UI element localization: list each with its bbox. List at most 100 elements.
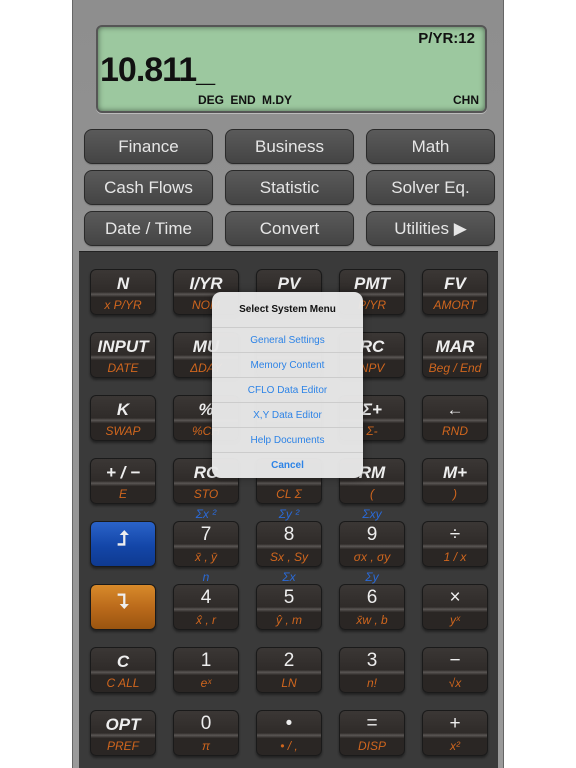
annunciators: DEG END M.DY [198, 93, 293, 107]
key-input[interactable]: INPUT DATE [90, 332, 156, 378]
menu-button-utilities[interactable]: Utilities ▶ [366, 211, 495, 246]
key-secondary-label: AMORT [433, 298, 477, 312]
key-primary-label: 1 [200, 650, 212, 671]
key-blank[interactable]: ← RND [422, 395, 488, 441]
key-blank[interactable]: = DISP [339, 710, 405, 756]
menu-button-cash-flows[interactable]: Cash Flows [84, 170, 213, 205]
payments-per-year: P/YR:12 [418, 30, 475, 47]
key-secondary-label: x̂ , r [196, 613, 216, 627]
key-secondary-label: PREF [106, 739, 139, 753]
system-menu-dialog: Select System Menu General Settings Memor… [212, 292, 363, 478]
key-c[interactable]: C C ALL [90, 647, 156, 693]
key-opt[interactable]: OPT PREF [90, 710, 156, 756]
key-k[interactable]: K SWAP [90, 395, 156, 441]
key-primary-label: C [116, 652, 130, 671]
key-stat-label: Σy [365, 570, 379, 584]
key-stat-label: n [202, 570, 210, 584]
key-secondary-label: π [201, 739, 211, 753]
menu-button-finance[interactable]: Finance [84, 129, 213, 164]
key-primary-label: 5 [283, 587, 295, 608]
key-m[interactable]: M+) [422, 458, 488, 504]
menu-button-statistic[interactable]: Statistic [225, 170, 354, 205]
key-stat-label: Σy ² [278, 507, 300, 521]
key-secondary-label: x² [450, 739, 460, 753]
dialog-item-memory-content[interactable]: Memory Content [212, 353, 363, 378]
key-secondary-label: Beg / End [428, 361, 482, 375]
key-0[interactable]: 0π [173, 710, 239, 756]
key-stat-label: Σx [282, 570, 296, 584]
key-primary-label: • [285, 713, 293, 734]
key-shift-up[interactable]: ⮥ [90, 521, 156, 567]
key-primary-label: − [449, 650, 461, 671]
key-stat-label: Σxy [362, 507, 382, 521]
dialog-item-x-y-data-editor[interactable]: X,Y Data Editor [212, 403, 363, 428]
dialog-item-general-settings[interactable]: General Settings [212, 328, 363, 353]
dialog-title: Select System Menu [212, 292, 363, 328]
key-mar[interactable]: MAR Beg / End [422, 332, 488, 378]
key-primary-label: M+ [442, 463, 468, 482]
menu-button-convert[interactable]: Convert [225, 211, 354, 246]
key-secondary-label: x P/YR [104, 298, 142, 312]
menu-button-date-time[interactable]: Date / Time [84, 211, 213, 246]
key-secondary-label: Sx , Sy [269, 550, 308, 564]
dialog-item-help-documents[interactable]: Help Documents [212, 428, 363, 453]
key-primary-label: × [449, 587, 461, 608]
key-blank[interactable]: + x² [422, 710, 488, 756]
key-6[interactable]: 6 x̄w , b Σy [339, 570, 405, 630]
key-primary-label: PV [277, 274, 301, 293]
key-1[interactable]: 1 eˣ [173, 647, 239, 693]
key-3[interactable]: 3 n! [339, 647, 405, 693]
shift-down-icon: ⮧ [117, 591, 129, 613]
key-secondary-label: SWAP [105, 424, 141, 438]
key-8[interactable]: 8 Sx , Sy Σy ² [256, 507, 322, 567]
key-secondary-label: DISP [357, 739, 386, 753]
key-n[interactable]: Nx P/YR [90, 269, 156, 315]
key-stat-label: Σx ² [195, 507, 217, 521]
key-fv[interactable]: FV AMORT [422, 269, 488, 315]
key-secondary-label: x̄ , ȳ [194, 550, 217, 564]
shift-up-icon: ⮥ [117, 528, 129, 550]
key-primary-label: K [116, 400, 130, 419]
dialog-item-cancel[interactable]: Cancel [212, 453, 363, 478]
key-2[interactable]: 2 LN [256, 647, 322, 693]
key-blank[interactable]: + / − E [90, 458, 156, 504]
dialog-item-cflo-data-editor[interactable]: CFLO Data Editor [212, 378, 363, 403]
key-secondary-label: E [118, 487, 127, 501]
key-4[interactable]: 4 x̂ , r n [173, 570, 239, 630]
key-primary-label: 6 [366, 587, 378, 608]
key-secondary-label: √x [448, 676, 462, 690]
key-primary-label: 4 [200, 587, 212, 608]
key-primary-label: MAR [435, 337, 475, 356]
key-secondary-label: RND [442, 424, 468, 438]
key-primary-label: 3 [366, 650, 378, 671]
key-blank[interactable]: ÷ 1 / x [422, 521, 488, 567]
menu-button-solver-eq[interactable]: Solver Eq. [366, 170, 495, 205]
key-secondary-label: σx , σy [353, 550, 391, 564]
key-9[interactable]: 9 σx , σy Σxy [339, 507, 405, 567]
key-secondary-label: ŷ , m [276, 613, 302, 627]
key-secondary-label: x̄w , b [356, 613, 388, 627]
menu-button-math[interactable]: Math [366, 129, 495, 164]
menu-button-business[interactable]: Business [225, 129, 354, 164]
key-secondary-label: yˣ [449, 613, 461, 627]
key-primary-label: 2 [283, 650, 295, 671]
key-primary-label: 7 [200, 524, 212, 545]
key-5[interactable]: 5 ŷ , m Σx [256, 570, 322, 630]
key-primary-label: 8 [283, 524, 295, 545]
key-primary-label: 0 [200, 713, 212, 734]
key-primary-label: OPT [105, 715, 141, 734]
key-blank[interactable]: − √x [422, 647, 488, 693]
key-7[interactable]: 7 x̄ , ȳ Σx ² [173, 507, 239, 567]
key-secondary-label: n! [366, 676, 377, 690]
key-secondary-label: • / , [280, 739, 298, 753]
key-secondary-label: 1 / x [443, 550, 467, 564]
key-blank[interactable]: × yˣ [422, 584, 488, 630]
mode-indicator: CHN [453, 93, 479, 107]
display-value: 10.811_ [100, 51, 215, 89]
key-secondary-label: ) [453, 487, 457, 501]
key-blank[interactable]: • • / , [256, 710, 322, 756]
key-shift-down[interactable]: ⮧ [90, 584, 156, 630]
key-secondary-label: STO [193, 487, 219, 501]
key-primary-label: 9 [366, 524, 378, 545]
key-secondary-label: ( [370, 487, 374, 501]
